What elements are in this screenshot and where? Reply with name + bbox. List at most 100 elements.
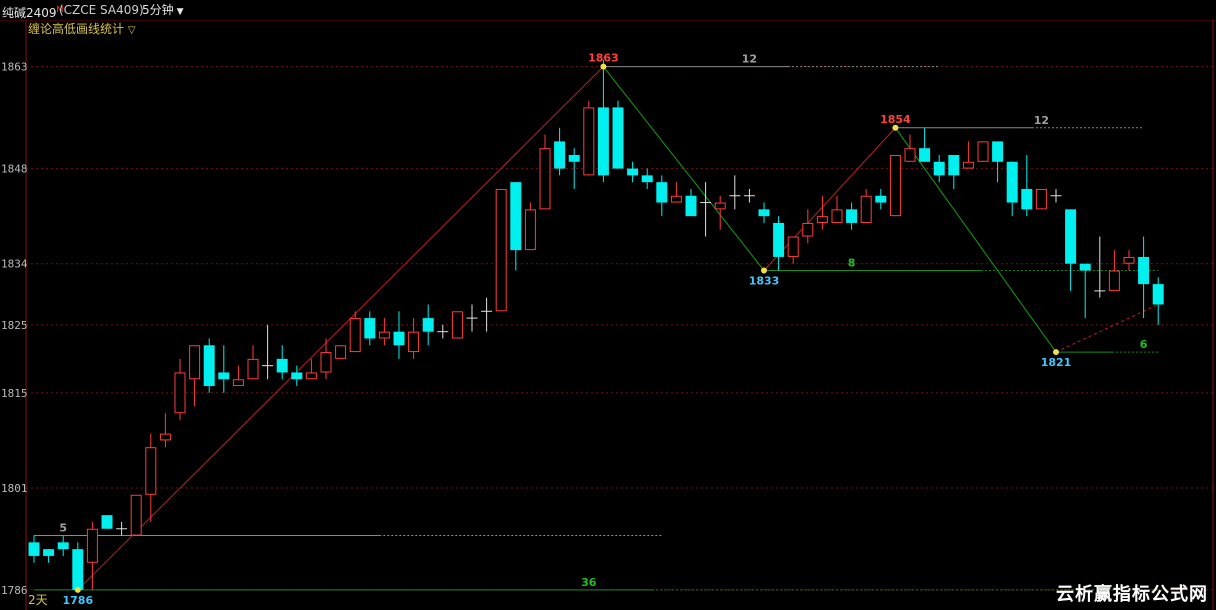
candle-body [393,331,405,346]
pivot-dot [761,267,767,274]
title-bar: 纯碱2409M (CZCE SA409) 5分钟 ▼ [0,0,1216,21]
candle [72,542,84,590]
candle [1006,161,1018,217]
y-tick-label: 1801 [1,482,28,495]
pivot-low-label: 1786 [62,594,93,607]
candle [597,59,609,183]
candle-body [977,141,989,162]
candle-body [203,345,215,387]
pivot-dot [74,586,81,593]
candle [1094,236,1106,298]
candle-body [554,141,566,169]
candle [1021,154,1033,217]
candle-body [612,107,624,169]
candle [116,521,128,536]
candle [627,161,639,183]
level-count-label: 8 [848,257,856,270]
candle [1050,188,1062,203]
candle-body [305,372,317,380]
period-label: 5分钟 [142,3,174,17]
y-tick-label: 1815 [1,387,28,400]
candle [422,304,434,346]
candle-body [875,195,887,203]
candle-body [904,148,916,162]
candle [408,318,420,359]
candle-body [247,358,259,380]
pivot-low-label: 1833 [749,275,780,288]
candle-body [714,202,726,210]
zigzag-up-segment [77,66,604,591]
candle-body [101,515,113,529]
candle [641,168,653,189]
candle [670,182,682,203]
candle [247,345,259,380]
candle-body [656,182,668,203]
candle-body [889,154,901,217]
y-tick-label: 1825 [1,319,28,332]
candle [174,358,186,421]
candle-body [919,148,931,162]
candle [1138,236,1150,319]
candle-body [992,141,1004,162]
candle-body [1006,161,1018,203]
candle [524,202,536,251]
candle [28,535,40,563]
candle [656,175,668,217]
candle [437,324,449,339]
candle [992,141,1004,183]
y-tick-label: 1834 [1,258,28,271]
candle-body [597,107,609,176]
candle [262,324,274,380]
candle-body [495,188,507,312]
day-label: 2天 [28,593,48,607]
level-count-label: 12 [742,53,757,66]
candle [393,311,405,359]
candle-body [685,195,697,217]
price-chart[interactable]: 1786 1801 1815 1825 1834 1848 1863 2天 12 12 8 6 5 36… [0,20,1216,610]
level-count-label: 5 [59,522,67,535]
candle-body [408,331,420,353]
candle [101,515,113,529]
candle [495,188,507,312]
chart-labels: 1786 1863 1833 1854 1821 [62,52,1071,607]
candle [743,188,755,203]
level-count-label: 36 [581,576,597,589]
pivot-high-label: 1854 [880,113,911,126]
candle [481,297,493,332]
candle [977,141,989,162]
candle [700,182,712,237]
candle [685,188,697,217]
period-selector[interactable]: 5分钟 ▼ [142,0,184,22]
candle-body [378,331,390,339]
candle [846,202,858,230]
candle-body [802,222,814,237]
candle-body [28,542,40,556]
candle [962,141,974,169]
watermark-text: 云析赢指标公式网 [1056,584,1208,605]
candle [875,188,887,210]
candle [43,549,55,563]
candle [729,175,741,210]
candle [831,195,843,223]
candle [714,195,726,230]
candle-body [86,528,98,563]
candle [758,202,770,223]
candle [189,345,201,407]
candle [378,318,390,346]
candle [1035,188,1047,210]
candle [933,154,945,183]
pivot-high-label: 1863 [588,52,619,65]
candle-body [539,148,551,210]
contract-code: (CZCE SA409) [59,3,144,17]
candle-body [860,195,872,223]
candle [568,148,580,189]
candle-body [962,161,974,169]
candle [510,182,522,271]
chevron-down-icon: ▼ [176,7,184,17]
candle [1079,263,1091,319]
candle [554,127,566,176]
candle [364,311,376,346]
candle [816,195,828,230]
candle [1123,250,1135,271]
candle [203,338,215,393]
